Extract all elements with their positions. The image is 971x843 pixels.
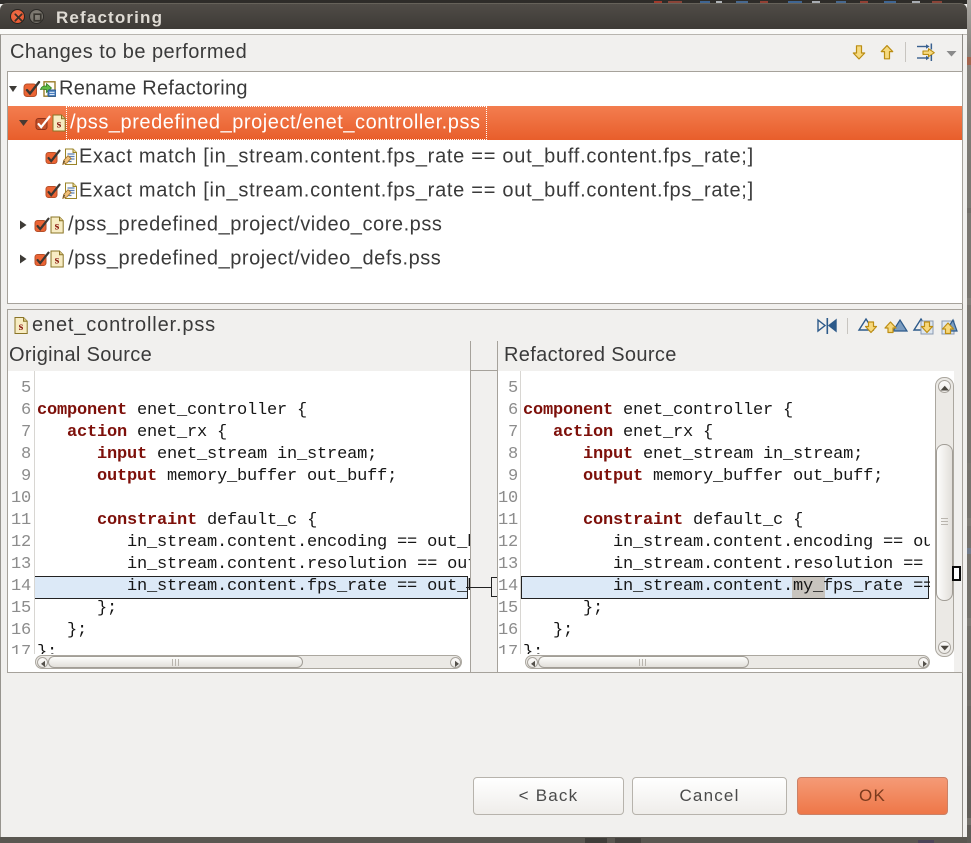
svg-text:s: s [55, 219, 60, 233]
svg-text:s: s [19, 319, 24, 333]
svg-text:s: s [55, 253, 60, 267]
svg-text:s: s [57, 117, 62, 131]
